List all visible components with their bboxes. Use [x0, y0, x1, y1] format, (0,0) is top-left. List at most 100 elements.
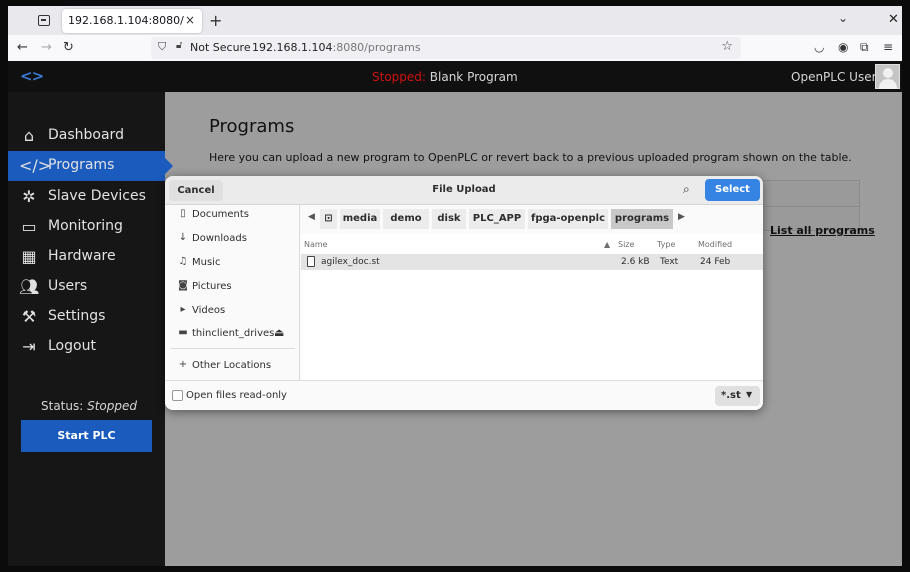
sort-up-icon[interactable]: ▲ [604, 240, 610, 249]
column-size[interactable]: Size [618, 240, 634, 249]
sidebar-item-label: Settings [48, 308, 106, 324]
path-crumb-disk[interactable]: disk [432, 209, 466, 229]
column-name[interactable]: Name [304, 240, 328, 249]
file-upload-dialog: Cancel File Upload ⌕ Select ▯ Documents … [165, 176, 763, 410]
list-all-programs-link[interactable]: List all programs [770, 224, 875, 237]
avatar[interactable] [875, 64, 900, 89]
places-divider [171, 348, 295, 349]
search-icon[interactable]: ⌕ [683, 182, 690, 197]
place-videos[interactable]: ▸ Videos [165, 301, 299, 321]
drive-icon: ▬ [178, 327, 188, 338]
path-crumb-programs[interactable]: programs [611, 209, 673, 229]
url-text[interactable]: 192.168.1.104:8080/programs [252, 41, 421, 54]
start-plc-button[interactable]: Start PLC [21, 420, 152, 452]
new-tab-icon[interactable]: + [209, 11, 222, 30]
sidebar-item-slave-devices[interactable]: ✲ Slave Devices [8, 182, 165, 212]
sidebar-item-programs[interactable]: </> Programs [8, 151, 173, 181]
file-filter-dropdown[interactable]: *.st ▼ [715, 386, 760, 406]
sidebar-item-monitoring[interactable]: ▭ Monitoring [8, 212, 165, 242]
openplc-logo-icon[interactable]: <> [20, 67, 44, 85]
eject-icon[interactable]: ⏏ [274, 326, 284, 339]
tab-list-icon[interactable] [38, 15, 50, 26]
path-crumb-plc-app[interactable]: PLC_APP [469, 209, 525, 229]
sidebar-item-label: Users [48, 278, 88, 294]
window-close-icon[interactable]: ✕ [888, 12, 899, 27]
page-description: Here you can upload a new program to Ope… [209, 151, 852, 164]
place-label: Documents [192, 209, 250, 220]
sidebar-item-dashboard[interactable]: ⌂ Dashboard [8, 121, 165, 151]
file-list: Name ▲ Size Type Modified agilex_doc.st … [301, 234, 763, 380]
chip-icon: ▦ [21, 247, 37, 266]
places-sidebar: ▯ Documents ↓ Downloads ♫ Music ◙ Pictur… [165, 205, 300, 380]
account-icon[interactable]: ◉ [838, 40, 848, 54]
plus-icon: + [178, 359, 188, 370]
path-crumb-demo[interactable]: demo [383, 209, 429, 229]
sidebar-item-hardware[interactable]: ▦ Hardware [8, 242, 165, 272]
status-value: Stopped [87, 399, 138, 413]
bookmark-star-icon[interactable]: ☆ [721, 39, 733, 54]
select-button[interactable]: Select [705, 179, 760, 201]
file-type: Text [660, 257, 679, 267]
read-only-label[interactable]: Open files read-only [186, 390, 287, 401]
reload-icon[interactable]: ↻ [63, 40, 74, 55]
program-name: Blank Program [429, 70, 518, 84]
path-crumb-fpga-openplc[interactable]: fpga-openplc [528, 209, 608, 229]
extensions-icon[interactable]: ⧉ [860, 40, 869, 55]
music-icon: ♫ [178, 256, 188, 267]
place-documents[interactable]: ▯ Documents [165, 205, 299, 225]
path-right-arrow-icon[interactable]: ▶ [678, 212, 685, 222]
file-row[interactable]: agilex_doc.st 2.6 kB Text 24 Feb [301, 254, 763, 270]
chevron-down-icon[interactable]: ⌄ [838, 11, 848, 25]
users-icon: 👥︎ [19, 277, 40, 296]
file-list-header: Name ▲ Size Type Modified [301, 237, 763, 253]
dropdown-arrow-icon: ▼ [746, 390, 753, 399]
close-tab-icon[interactable]: × [185, 13, 195, 27]
dialog-footer: Open files read-only *.st ▼ [165, 380, 763, 410]
wrench-icon: ⚒ [21, 307, 37, 326]
place-thinclient-drives[interactable]: ▬ thinclient_drives ⏏ [165, 324, 299, 344]
path-root-icon[interactable]: ⊡ [320, 209, 337, 229]
url-bar[interactable]: ⛉ 🔓︎ Not Secure 192.168.1.104:8080/progr… [151, 37, 741, 59]
pocket-icon[interactable]: ◡ [814, 40, 824, 54]
back-icon[interactable]: ← [17, 40, 28, 55]
tab-bar: 192.168.1.104:8080/programs × + ⌄ ✕ [8, 6, 902, 35]
place-other-locations[interactable]: + Other Locations [165, 356, 299, 376]
sidebar: ⌂ Dashboard </> Programs ✲ Slave Devices… [8, 92, 173, 566]
place-downloads[interactable]: ↓ Downloads [165, 229, 299, 249]
not-secure-label: Not Secure [190, 41, 251, 54]
path-crumb-media[interactable]: media [340, 209, 380, 229]
sidebar-item-logout[interactable]: ⇥ Logout [8, 332, 165, 362]
file-icon [307, 256, 315, 267]
sidebar-item-users[interactable]: 👥︎ Users [8, 272, 165, 302]
column-modified[interactable]: Modified [698, 240, 732, 249]
browser-window: 192.168.1.104:8080/programs × + ⌄ ✕ ← → … [8, 6, 902, 566]
menu-icon[interactable]: ≡ [883, 40, 893, 54]
status-stopped-label: Stopped: [372, 70, 426, 84]
user-name[interactable]: OpenPLC User [791, 70, 877, 84]
insecure-lock-icon[interactable]: 🔓︎ [176, 40, 182, 51]
monitor-icon: ▭ [21, 217, 37, 236]
place-label: Other Locations [192, 360, 272, 371]
sidebar-item-label: Monitoring [48, 218, 123, 234]
read-only-checkbox[interactable] [172, 390, 183, 401]
place-music[interactable]: ♫ Music [165, 253, 299, 273]
shield-icon[interactable]: ⛉ [158, 40, 166, 54]
document-icon: ▯ [180, 208, 186, 219]
place-pictures[interactable]: ◙ Pictures [165, 277, 299, 297]
file-size: 2.6 kB [621, 257, 650, 267]
tab-title: 192.168.1.104:8080/programs [68, 14, 184, 27]
code-icon: </> [19, 156, 52, 175]
sidebar-item-label: Programs [48, 157, 115, 173]
forward-icon[interactable]: → [41, 40, 52, 55]
sidebar-item-settings[interactable]: ⚒ Settings [8, 302, 165, 332]
place-label: Pictures [192, 281, 232, 292]
status-label: Status: [41, 399, 84, 413]
browser-tab[interactable]: 192.168.1.104:8080/programs × [62, 9, 202, 33]
url-path: :8080/programs [332, 41, 421, 54]
path-left-arrow-icon[interactable]: ◀ [308, 212, 315, 222]
download-icon: ↓ [178, 232, 188, 243]
place-label: thinclient_drives [192, 328, 275, 339]
place-label: Music [192, 257, 221, 268]
file-name: agilex_doc.st [321, 257, 380, 267]
column-type[interactable]: Type [657, 240, 675, 249]
